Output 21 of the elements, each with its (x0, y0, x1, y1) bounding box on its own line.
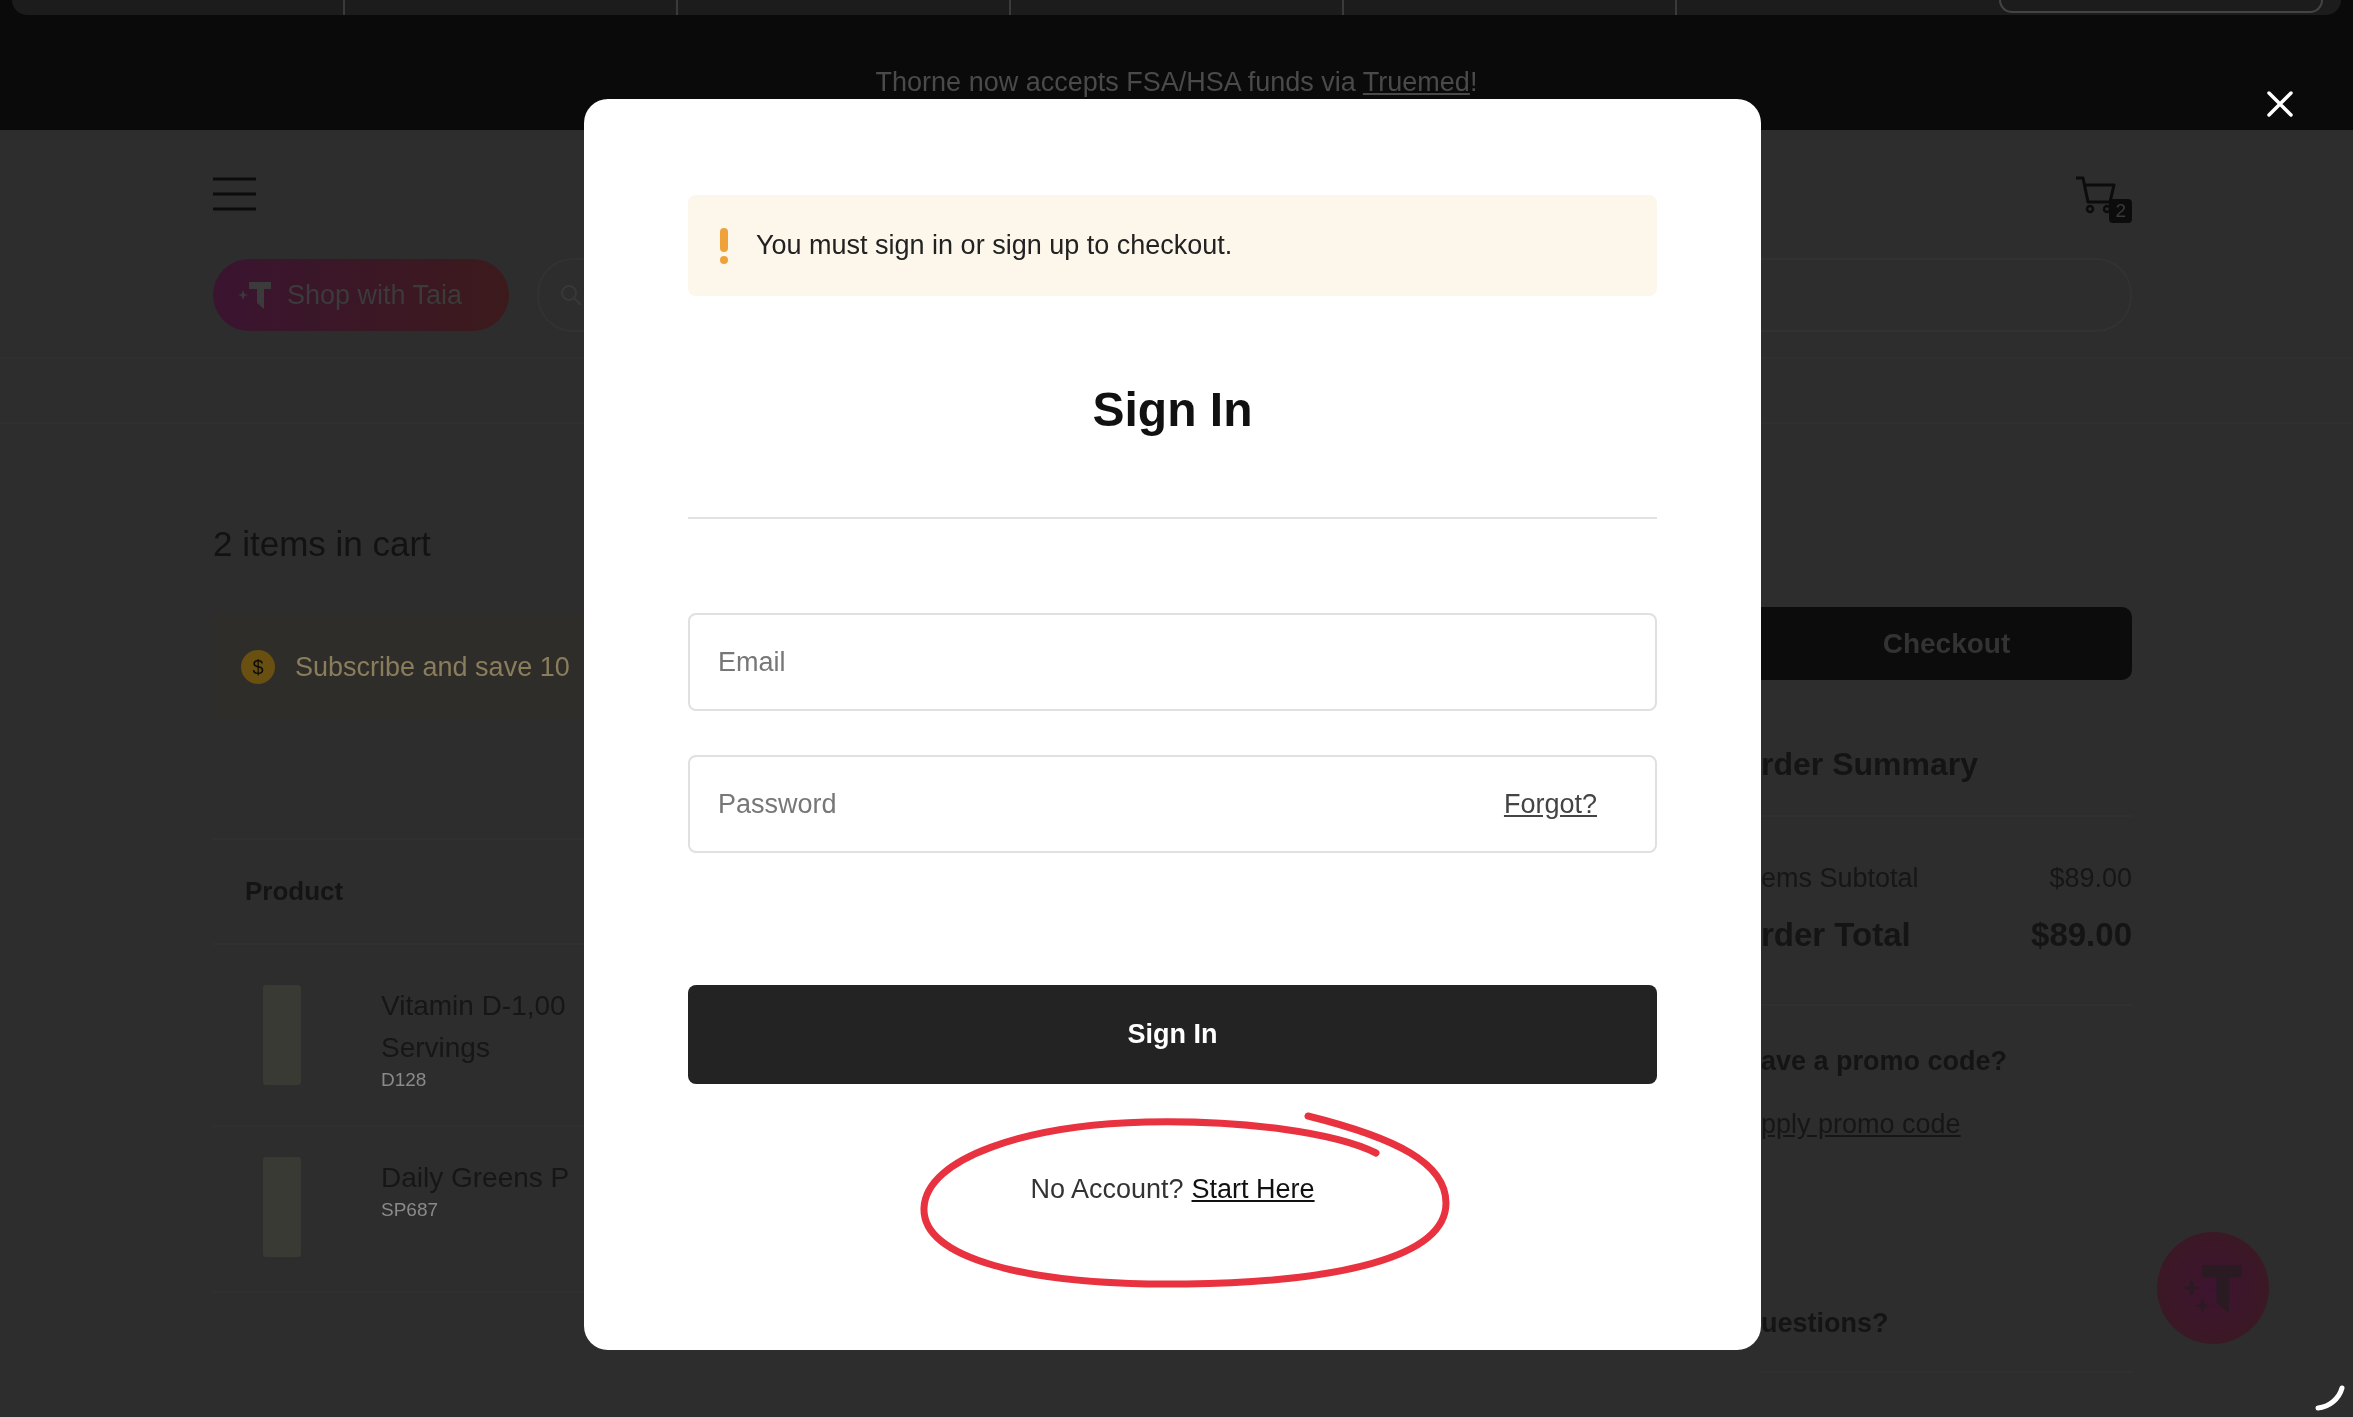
cart-icon[interactable] (2074, 175, 2118, 215)
sign-in-button[interactable]: Sign In (688, 985, 1657, 1084)
product-sku: D128 (381, 1069, 428, 1091)
email-field[interactable]: Email (688, 613, 1657, 711)
password-field[interactable]: Password Forgot? (688, 755, 1657, 853)
dollar-coin-icon: $ (241, 650, 275, 684)
banner-text: Thorne now accepts FSA/HSA funds via Truemed! (875, 67, 1478, 98)
search-icon (559, 283, 583, 307)
exclamation-icon (718, 227, 730, 264)
signup-prompt: No Account? (1030, 1174, 1184, 1205)
product-sku: SP687 (381, 1199, 440, 1221)
forgot-link[interactable]: Forgot? (1503, 788, 1597, 820)
close-icon[interactable] (2267, 91, 2293, 117)
start-here-link[interactable]: Start Here (1191, 1174, 1315, 1205)
menu-icon[interactable] (213, 177, 256, 211)
curve-mark-icon (2315, 1385, 2345, 1411)
dialog-title: Sign In (1091, 382, 1254, 437)
truemed-link[interactable]: Truemed (1362, 67, 1470, 97)
alert-text: You must sign in or sign up to checkout. (756, 230, 1233, 261)
subscribe-text: Subscribe and save 10 (295, 651, 570, 683)
sparkle-t-icon (237, 279, 273, 311)
